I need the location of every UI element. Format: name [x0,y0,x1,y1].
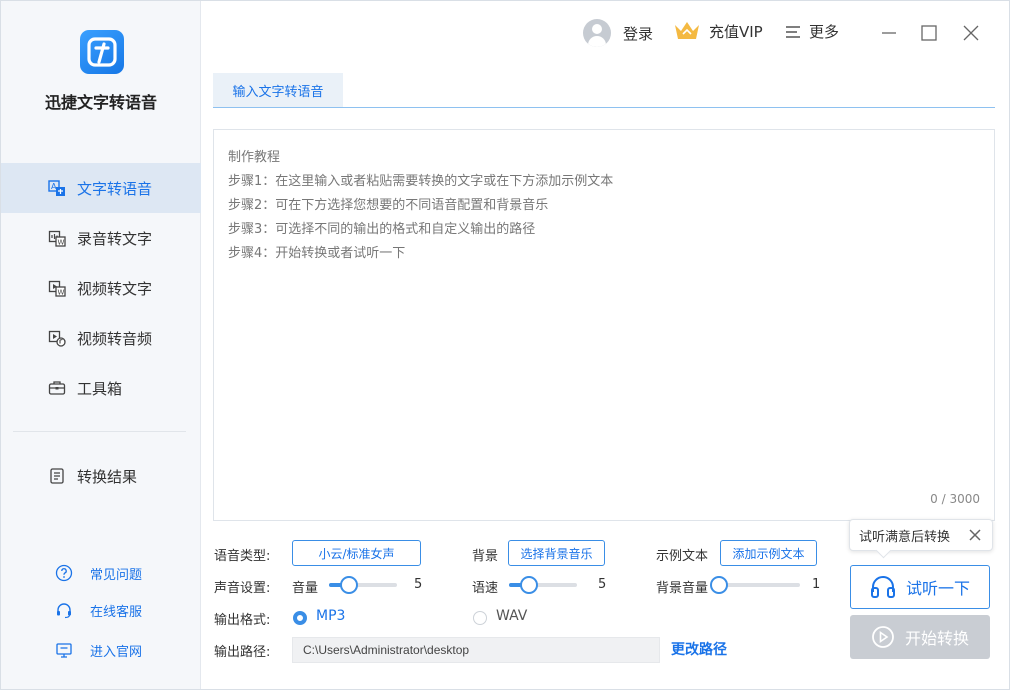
volume-label: 音量 [292,581,319,596]
video-to-audio-icon [48,330,66,347]
svg-text:W: W [58,289,65,297]
listen-label: 试听一下 [905,579,970,598]
change-path-link[interactable]: 更改路径 [671,639,727,659]
top-bar: 登录 充值VIP 更多 [201,1,1009,67]
slider-track [719,583,800,587]
background-label: 背景 [472,549,499,564]
output-path-label: 输出路径: [214,645,271,660]
result-list-icon [50,468,64,484]
voice-type-label: 语音类型: [214,549,271,564]
play-circle-icon [872,626,894,648]
tutorial-step: 步骤1：在这里输入或者粘贴需要转换的文字或在下方添加示例文本 [228,174,614,189]
speed-label: 语速 [472,581,499,596]
sidebar-item-label: 工具箱 [77,379,123,398]
app-name: 迅捷文字转语音 [44,93,157,112]
speed-slider[interactable] [509,575,577,595]
format-mp3-label[interactable]: MP3 [316,608,345,624]
sidebar-item-label: 文字转语音 [77,179,153,198]
sidebar-item-video-to-text[interactable]: W 视频转文字 [1,263,201,313]
toolbox-icon [48,381,66,395]
format-mp3-radio[interactable] [293,611,307,625]
tutorial-step: 步骤3：可选择不同的输出的格式和自定义输出的路径 [228,222,536,237]
bg-volume-value: 1 [812,577,821,592]
sidebar-item-audio-to-text[interactable]: W 录音转文字 [1,213,201,263]
listen-button[interactable]: 试听一下 [850,565,990,609]
avatar-icon [583,19,611,47]
tab-text-input[interactable]: 输入文字转语音 [213,73,343,107]
app-logo [80,30,124,74]
menu-icon [786,25,800,38]
output-path-field[interactable]: C:\Users\Administrator\desktop [292,637,660,663]
tooltip-text: 试听满意后转换 [859,529,951,545]
login-button[interactable]: 登录 [583,19,653,47]
app-window: 迅捷文字转语音 A 文字转语音 W 录音转文字 W 视频转文字 视频转音频 工具… [0,0,1010,690]
slider-thumb[interactable] [340,576,359,594]
listen-tooltip: 试听满意后转换 [849,519,993,551]
sidebar: 迅捷文字转语音 A 文字转语音 W 录音转文字 W 视频转文字 视频转音频 工具… [1,1,201,689]
output-format-label: 输出格式: [214,613,271,628]
tab-underline [213,107,995,108]
sidebar-item-label: 录音转文字 [77,229,153,248]
slider-thumb[interactable] [710,576,728,594]
start-label: 开始转换 [904,629,969,648]
sample-text-label: 示例文本 [656,549,709,564]
volume-value: 5 [414,577,423,592]
help-website-link[interactable]: 进入官网 [1,638,201,662]
sidebar-item-text-to-speech[interactable]: A 文字转语音 [1,163,201,213]
vip-button[interactable]: 充值VIP [673,19,763,43]
start-conversion-button[interactable]: 开始转换 [850,615,990,659]
sound-settings-label: 声音设置: [214,581,271,596]
text-input-area[interactable]: 制作教程 步骤1：在这里输入或者粘贴需要转换的文字或在下方添加示例文本 步骤2：… [213,129,995,521]
voice-type-button[interactable]: 小云/标准女声 [292,540,421,566]
headset-icon [57,603,71,619]
character-counter: 0 / 3000 [930,492,980,506]
close-icon[interactable] [961,23,981,43]
volume-slider[interactable] [329,575,397,595]
more-label: 更多 [809,23,840,41]
login-label: 登录 [623,24,654,43]
sidebar-item-label: 视频转音频 [77,329,153,348]
crown-icon [675,22,699,39]
text-to-speech-icon: A [48,180,65,196]
sidebar-item-toolbox[interactable]: 工具箱 [1,363,201,413]
bg-volume-slider[interactable] [710,575,800,595]
bg-volume-label: 背景音量 [656,581,709,596]
sidebar-item-label: 视频转文字 [77,279,153,298]
audio-to-text-icon: W [48,230,66,247]
vip-label: 充值VIP [709,22,763,41]
tutorial-title: 制作教程 [228,150,281,165]
format-wav-radio[interactable] [473,611,487,625]
video-to-text-icon: W [48,280,66,297]
select-bg-music-button[interactable]: 选择背景音乐 [508,540,605,566]
headphones-icon [870,576,895,598]
help-label: 常见问题 [90,568,143,583]
question-icon [55,564,73,582]
help-label: 进入官网 [90,645,143,660]
sidebar-divider [13,431,186,432]
sidebar-item-video-to-audio[interactable]: 视频转音频 [1,313,201,363]
svg-text:W: W [58,239,65,247]
minimize-icon[interactable] [879,23,899,43]
monitor-icon [56,643,72,658]
sidebar-item-label: 转换结果 [77,467,138,486]
sidebar-item-results[interactable]: 转换结果 [1,451,201,501]
maximize-icon[interactable] [919,23,939,43]
tutorial-step: 步骤4：开始转换或者试听一下 [228,246,406,261]
sidebar-nav: A 文字转语音 W 录音转文字 W 视频转文字 视频转音频 工具箱 [1,163,201,413]
help-label: 在线客服 [90,605,143,620]
more-menu-button[interactable]: 更多 [785,21,839,42]
slider-thumb[interactable] [520,576,539,594]
help-faq-link[interactable]: 常见问题 [1,561,201,585]
help-support-link[interactable]: 在线客服 [1,598,201,622]
close-tooltip-icon[interactable] [966,526,984,544]
format-wav-label[interactable]: WAV [496,608,527,624]
add-sample-text-button[interactable]: 添加示例文本 [720,540,817,566]
tutorial-step: 步骤2：可在下方选择您想要的不同语音配置和背景音乐 [228,198,549,213]
speed-value: 5 [598,577,607,592]
